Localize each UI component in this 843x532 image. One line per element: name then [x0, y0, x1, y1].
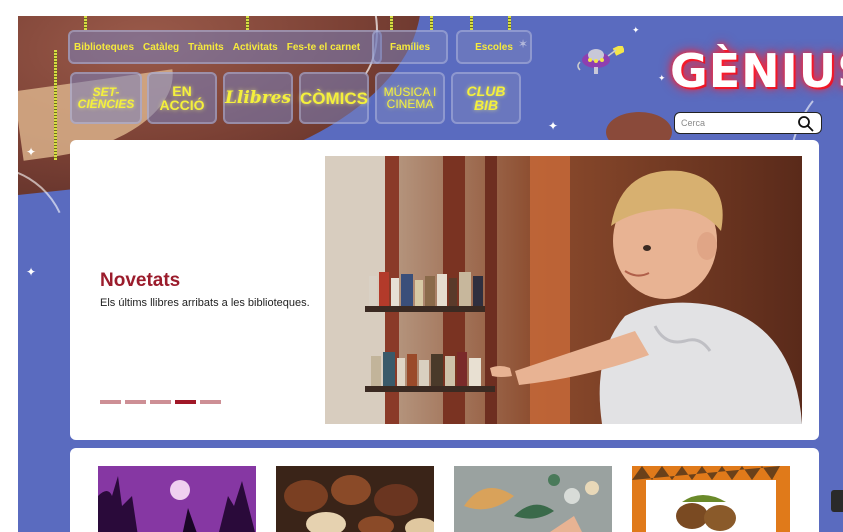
category-tile-musica-i-cinema[interactable]: MÚSICA I CINEMA	[375, 72, 445, 124]
nav-item-fes-te-el-carnet[interactable]: Fes-te el carnet	[287, 42, 360, 53]
star-icon: ✦	[632, 25, 640, 35]
hanging-chain	[246, 16, 249, 30]
category-label: CLUB BIB	[466, 83, 506, 113]
hero-subtitle: Els últims llibres arribats a les biblio…	[100, 297, 310, 309]
search-box	[674, 112, 822, 134]
carousel-dot-2[interactable]	[125, 400, 146, 404]
star-icon: ✦	[548, 119, 559, 133]
category-tile-set-ciencies[interactable]: SET-CIÈNCIES	[70, 72, 142, 124]
category-tile-club-bib[interactable]: CLUB BIB	[451, 72, 521, 124]
search-icon[interactable]	[797, 115, 815, 133]
category-label: EN ACCIÓ	[159, 83, 205, 113]
carousel-dot-4[interactable]	[175, 400, 196, 404]
hero-photo[interactable]	[325, 156, 802, 424]
category-label: SET-CIÈNCIES	[77, 85, 135, 111]
category-tile-en-accio[interactable]: EN ACCIÓ	[147, 72, 217, 124]
activities-section	[70, 448, 819, 532]
nav-item-families[interactable]: Famílies	[372, 30, 448, 64]
hanging-chain	[84, 16, 87, 30]
robot-mascot-icon	[577, 46, 624, 74]
hanging-chain	[470, 16, 473, 30]
hanging-chain	[508, 16, 511, 30]
thumbnail-autumn[interactable]	[632, 466, 790, 532]
thumbnail-crafts[interactable]	[454, 466, 612, 532]
nav-label-escoles: Escoles	[475, 41, 513, 53]
hero-title[interactable]: Novetats	[100, 270, 180, 292]
category-label: MÚSICA I CINEMA	[383, 85, 437, 111]
star-icon: ✦	[26, 145, 37, 159]
carousel-dot-5[interactable]	[200, 400, 221, 404]
category-tile-comics[interactable]: CÒMICS	[299, 72, 369, 124]
category-label: Llibres	[224, 87, 292, 108]
side-tab-handle[interactable]	[831, 490, 843, 512]
nav-item-escoles[interactable]: Escoles	[456, 30, 532, 64]
carousel-dot-1[interactable]	[100, 400, 121, 404]
star-icon: ✦	[658, 73, 666, 83]
thumbnail-halloween[interactable]	[98, 466, 256, 532]
category-label: CÒMICS	[300, 88, 368, 108]
nav-item-tramits[interactable]: Tràmits	[188, 42, 224, 53]
nav-item-cataleg[interactable]: Catàleg	[143, 42, 179, 53]
carousel-dot-3[interactable]	[150, 400, 171, 404]
star-icon: ✦	[26, 265, 37, 279]
thumbnail-chestnuts[interactable]	[276, 466, 434, 532]
main-nav: Biblioteques Catàleg Tràmits Activitats …	[68, 30, 382, 64]
nav-item-activitats[interactable]: Activitats	[233, 42, 278, 53]
hanging-chain	[54, 50, 57, 160]
category-tile-llibres[interactable]: Llibres	[223, 72, 293, 124]
hanging-chain	[390, 16, 393, 30]
nav-item-biblioteques[interactable]: Biblioteques	[74, 42, 134, 53]
carousel-indicators	[100, 400, 221, 404]
page-background: ✦ ✦ ✶ ✦ ✦ ✦ Biblioteques Catàleg Tràmits…	[18, 16, 843, 532]
search-input[interactable]	[681, 118, 799, 128]
hanging-chain	[430, 16, 433, 30]
genius-logo[interactable]: GÈNIUS	[670, 44, 843, 98]
nav-label-families: Famílies	[389, 41, 431, 53]
hero-carousel: Novetats Els últims llibres arribats a l…	[70, 140, 819, 440]
